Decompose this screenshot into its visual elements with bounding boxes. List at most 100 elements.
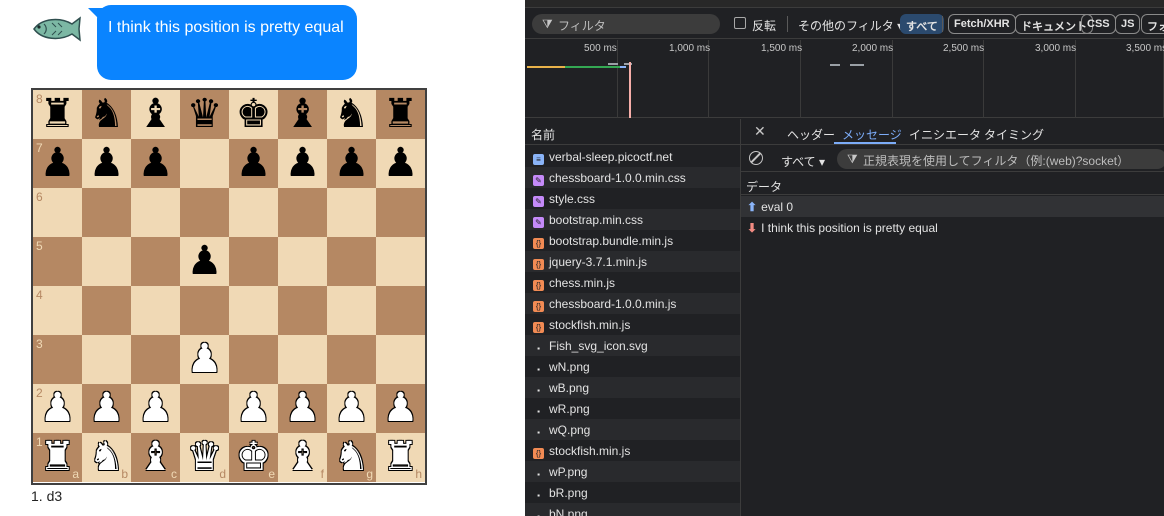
square-g3[interactable] [327, 335, 376, 384]
square-d1[interactable]: d ♛ [180, 433, 229, 482]
square-f4[interactable] [278, 286, 327, 335]
square-h4[interactable] [376, 286, 425, 335]
white-knight-icon[interactable]: ♞ [327, 433, 376, 482]
square-e1[interactable]: e ♚ [229, 433, 278, 482]
square-c5[interactable] [131, 237, 180, 286]
request-row[interactable]: ▪ bN.png [525, 503, 740, 516]
request-row[interactable]: {} chess.min.js [525, 272, 740, 293]
square-b1[interactable]: b ♞ [82, 433, 131, 482]
black-pawn-icon[interactable]: ♟ [82, 139, 131, 188]
request-row[interactable]: {} stockfish.min.js [525, 440, 740, 461]
filter-chip-font[interactable]: フォ [1141, 14, 1164, 34]
black-king-icon[interactable]: ♚ [229, 90, 278, 139]
tab-timing[interactable]: タイミング [984, 126, 1044, 143]
message-row-sent[interactable]: ⬆ eval 0 [741, 196, 1164, 217]
network-filter-input[interactable]: ⧩ フィルタ [532, 14, 720, 34]
black-bishop-icon[interactable]: ♝ [131, 90, 180, 139]
square-c4[interactable] [131, 286, 180, 335]
black-pawn-icon[interactable]: ♟ [33, 139, 82, 188]
square-h3[interactable] [376, 335, 425, 384]
black-pawn-icon[interactable]: ♟ [131, 139, 180, 188]
square-c3[interactable] [131, 335, 180, 384]
white-bishop-icon[interactable]: ♝ [131, 433, 180, 482]
white-pawn-icon[interactable]: ♟ [327, 384, 376, 433]
square-a1[interactable]: 1 a ♜ [33, 433, 82, 482]
black-pawn-icon[interactable]: ♟ [327, 139, 376, 188]
network-overview-timeline[interactable]: 500 ms 1,000 ms 1,500 ms 2,000 ms 2,500 … [525, 40, 1164, 118]
close-icon[interactable]: ✕ [754, 123, 766, 140]
black-rook-icon[interactable]: ♜ [33, 90, 82, 139]
request-row[interactable]: {} bootstrap.bundle.min.js [525, 230, 740, 251]
filter-chip-css[interactable]: CSS [1081, 14, 1116, 34]
request-row[interactable]: ✎ style.css [525, 188, 740, 209]
black-pawn-icon[interactable]: ♟ [278, 139, 327, 188]
square-b6[interactable] [82, 188, 131, 237]
square-c7[interactable]: ♟ [131, 139, 180, 188]
black-knight-icon[interactable]: ♞ [327, 90, 376, 139]
white-king-icon[interactable]: ♚ [229, 433, 278, 482]
filter-chip-all[interactable]: すべて [900, 14, 944, 34]
square-f3[interactable] [278, 335, 327, 384]
square-b3[interactable] [82, 335, 131, 384]
request-row[interactable]: ▪ wP.png [525, 461, 740, 482]
white-pawn-icon[interactable]: ♟ [82, 384, 131, 433]
chessboard[interactable]: 8 ♜ ♞ ♝ ♛ ♚ ♝ ♞ ♜ 7 ♟ ♟ ♟ ♟ ♟ ♟ ♟ 6 5 ♟ 4 3 ♟ 2 ♟ ♟ ♟ ♟ ♟ ♟ ♟ 1 a ♜ b ♞ c ♝ d ♛… [31, 88, 427, 485]
white-bishop-icon[interactable]: ♝ [278, 433, 327, 482]
white-knight-icon[interactable]: ♞ [82, 433, 131, 482]
request-row[interactable]: ▪ bR.png [525, 482, 740, 503]
square-b4[interactable] [82, 286, 131, 335]
square-g7[interactable]: ♟ [327, 139, 376, 188]
filter-chip-js[interactable]: JS [1115, 14, 1141, 34]
square-g6[interactable] [327, 188, 376, 237]
square-d8[interactable]: ♛ [180, 90, 229, 139]
square-c2[interactable]: ♟ [131, 384, 180, 433]
square-e7[interactable]: ♟ [229, 139, 278, 188]
square-e5[interactable] [229, 237, 278, 286]
white-queen-icon[interactable]: ♛ [180, 433, 229, 482]
white-rook-icon[interactable]: ♜ [376, 433, 425, 482]
square-c6[interactable] [131, 188, 180, 237]
square-f8[interactable]: ♝ [278, 90, 327, 139]
filter-chip-fetch-xhr[interactable]: Fetch/XHR [948, 14, 1016, 34]
square-d6[interactable] [180, 188, 229, 237]
square-d7[interactable] [180, 139, 229, 188]
square-f5[interactable] [278, 237, 327, 286]
black-rook-icon[interactable]: ♜ [376, 90, 425, 139]
square-g2[interactable]: ♟ [327, 384, 376, 433]
square-e2[interactable]: ♟ [229, 384, 278, 433]
square-b5[interactable] [82, 237, 131, 286]
square-f1[interactable]: f ♝ [278, 433, 327, 482]
square-a5[interactable]: 5 [33, 237, 82, 286]
request-row[interactable]: ✎ bootstrap.min.css [525, 209, 740, 230]
request-row[interactable]: {} jquery-3.7.1.min.js [525, 251, 740, 272]
white-rook-icon[interactable]: ♜ [33, 433, 82, 482]
square-a6[interactable]: 6 [33, 188, 82, 237]
white-pawn-icon[interactable]: ♟ [180, 335, 229, 384]
request-row[interactable]: ▪ wB.png [525, 377, 740, 398]
square-b8[interactable]: ♞ [82, 90, 131, 139]
square-c1[interactable]: c ♝ [131, 433, 180, 482]
tab-initiator[interactable]: イニシエータ [909, 126, 981, 143]
square-g4[interactable] [327, 286, 376, 335]
square-d5[interactable]: ♟ [180, 237, 229, 286]
square-f7[interactable]: ♟ [278, 139, 327, 188]
square-e3[interactable] [229, 335, 278, 384]
request-row[interactable]: {} stockfish.min.js [525, 314, 740, 335]
data-column-header[interactable]: データ [741, 173, 1164, 195]
square-g5[interactable] [327, 237, 376, 286]
tab-messages[interactable]: メッセージ [842, 126, 902, 143]
black-pawn-icon[interactable]: ♟ [376, 139, 425, 188]
square-d3[interactable]: ♟ [180, 335, 229, 384]
square-a2[interactable]: 2 ♟ [33, 384, 82, 433]
request-row[interactable]: ▪ wQ.png [525, 419, 740, 440]
black-knight-icon[interactable]: ♞ [82, 90, 131, 139]
white-pawn-icon[interactable]: ♟ [278, 384, 327, 433]
square-h1[interactable]: h ♜ [376, 433, 425, 482]
tab-headers[interactable]: ヘッダー [787, 126, 835, 143]
name-column-header[interactable]: 名前 [525, 119, 740, 145]
square-h5[interactable] [376, 237, 425, 286]
square-a3[interactable]: 3 [33, 335, 82, 384]
white-pawn-icon[interactable]: ♟ [33, 384, 82, 433]
white-pawn-icon[interactable]: ♟ [376, 384, 425, 433]
white-pawn-icon[interactable]: ♟ [131, 384, 180, 433]
